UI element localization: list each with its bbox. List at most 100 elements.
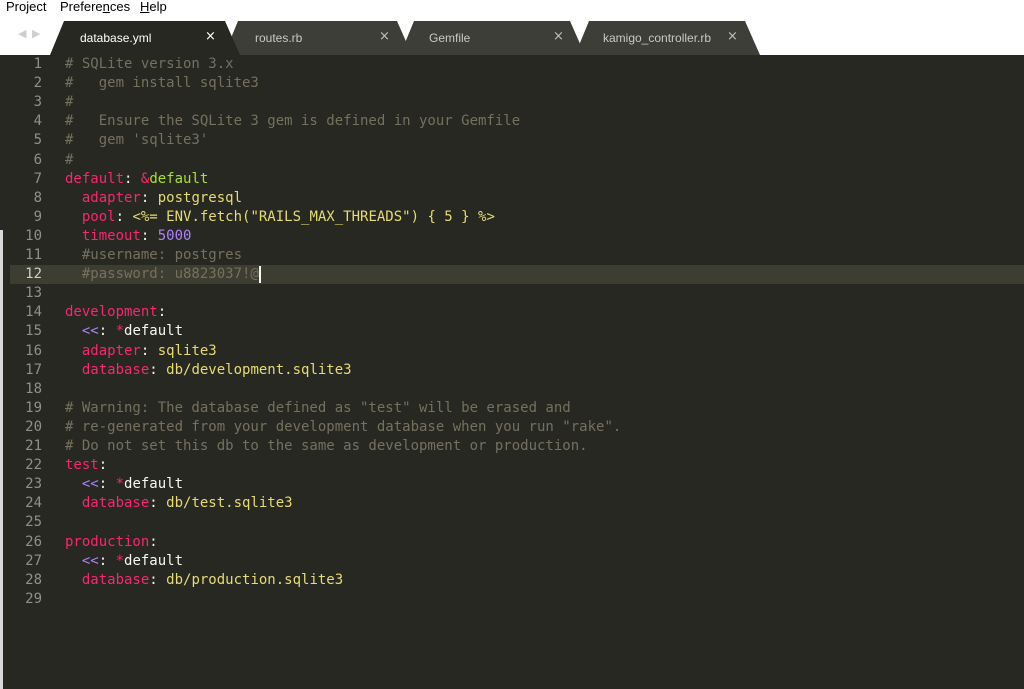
- code-line[interactable]: <<: *default: [65, 322, 183, 341]
- code-line[interactable]: <<: *default: [65, 552, 183, 571]
- back-icon[interactable]: ◀: [18, 27, 26, 40]
- code-token: <<: [81, 552, 99, 569]
- menu-preferences[interactable]: Preferences: [60, 0, 130, 15]
- menu-preferences-label-a: Prefere: [60, 0, 103, 14]
- code-line[interactable]: database: db/production.sqlite3: [65, 571, 343, 590]
- line-number: 1: [33, 56, 42, 72]
- code-editor[interactable]: 1 2 3 4 5 6 7 8 9 10 11 12 13 14 15 16 17 18 19 20 21 22 23 24 2…: [0, 55, 1024, 689]
- code-line[interactable]: test:: [65, 456, 107, 475]
- code-token: :: [149, 361, 167, 378]
- line-number: 7: [33, 170, 42, 187]
- code-line[interactable]: development:: [65, 303, 166, 322]
- code-line[interactable]: #username: postgres: [65, 246, 242, 265]
- code-token: :: [140, 342, 158, 359]
- tab-database-yml[interactable]: database.yml ×: [50, 21, 240, 55]
- code-line[interactable]: # SQLite version 3.x: [65, 55, 234, 74]
- code-token: timeout: [81, 227, 141, 244]
- line-number: 11: [25, 247, 42, 263]
- line-number: 13: [25, 285, 42, 302]
- menu-project[interactable]: Project: [6, 0, 46, 15]
- menu-preferences-label-b: ces: [109, 0, 131, 14]
- code-line[interactable]: # gem install sqlite3: [65, 74, 259, 93]
- code-token: db/development.sqlite3: [166, 361, 352, 378]
- code-token: #password: u8823037!@: [81, 266, 259, 283]
- menu-help[interactable]: Help: [140, 0, 167, 15]
- code-line[interactable]: default: &default: [65, 170, 208, 189]
- line-number: 15: [25, 323, 42, 340]
- close-icon[interactable]: ×: [727, 29, 738, 44]
- line-number: 17: [25, 361, 42, 378]
- code-token: :: [149, 495, 167, 512]
- code-token: #: [65, 94, 74, 111]
- code-token: default: [149, 170, 209, 187]
- code-token: test: [65, 457, 99, 474]
- code-line[interactable]: production:: [65, 533, 158, 552]
- code-token: adapter: [81, 342, 141, 359]
- code-line[interactable]: # gem 'sqlite3': [65, 131, 208, 150]
- line-number: 14: [25, 304, 42, 321]
- code-line[interactable]: #password: u8823037!@: [65, 265, 259, 284]
- menu-bar: Project Preferences Help: [0, 0, 1024, 17]
- code-token: # SQLite version 3.x: [65, 56, 234, 72]
- line-number: 28: [25, 571, 42, 588]
- line-number: 29: [25, 590, 42, 607]
- code-line[interactable]: #: [65, 151, 73, 170]
- code-line[interactable]: # Do not set this db to the same as deve…: [65, 437, 588, 456]
- close-icon[interactable]: ×: [553, 29, 564, 44]
- code-token: #username: postgres: [81, 247, 243, 263]
- tab-routes[interactable]: routes.rb ×: [224, 21, 412, 55]
- code-line[interactable]: adapter: postgresql: [65, 189, 242, 208]
- menu-help-mnemonic: H: [140, 0, 150, 14]
- code-token: postgresql: [157, 189, 243, 206]
- menu-project-label: Project: [6, 0, 47, 14]
- code-line[interactable]: pool: <%= ENV.fetch("RAILS_MAX_THREADS")…: [65, 208, 495, 227]
- code-token: :: [157, 304, 167, 321]
- code-token: database: [81, 495, 150, 512]
- code-line[interactable]: #: [65, 93, 73, 112]
- code-line[interactable]: database: db/development.sqlite3: [65, 361, 352, 380]
- code-token: production: [65, 533, 150, 550]
- forward-icon[interactable]: ▶: [32, 27, 40, 40]
- tab-gemfile[interactable]: Gemfile ×: [400, 21, 585, 55]
- code-token: *: [115, 476, 125, 493]
- line-number: 25: [25, 514, 42, 531]
- tab-nav-arrows: ◀ ▶: [18, 27, 48, 43]
- code-line[interactable]: <<: *default: [65, 475, 183, 494]
- code-line[interactable]: database: db/test.sqlite3: [65, 494, 293, 513]
- line-number: 6: [33, 151, 42, 168]
- close-icon[interactable]: ×: [205, 29, 216, 44]
- code-line[interactable]: timeout: 5000: [65, 227, 192, 246]
- window-edge: [0, 230, 3, 689]
- line-number: 2: [33, 75, 42, 92]
- code-token: sqlite3: [157, 342, 217, 359]
- line-number: 27: [25, 552, 42, 569]
- code-line[interactable]: # re-generated from your development dat…: [65, 418, 621, 437]
- line-number: 24: [25, 495, 42, 512]
- code-line[interactable]: # Ensure the SQLite 3 gem is defined in …: [65, 112, 520, 131]
- code-token: # Ensure the SQLite 3 gem is defined in …: [65, 113, 521, 130]
- line-number-gutter: 1 2 3 4 5 6 7 8 9 10 11 12 13 14 15 16 17 18 19 20 21 22 23 24 2…: [0, 55, 56, 689]
- code-line[interactable]: adapter: sqlite3: [65, 342, 217, 361]
- code-line[interactable]: # Warning: The database defined as "test…: [65, 399, 571, 418]
- close-icon[interactable]: ×: [379, 29, 390, 44]
- code-token: :: [140, 189, 158, 206]
- code-token: default: [124, 552, 184, 569]
- line-number: 4: [33, 113, 42, 130]
- code-token: database: [81, 571, 150, 588]
- code-token: :: [149, 533, 158, 550]
- code-token: *: [115, 552, 125, 569]
- code-token: :: [98, 552, 116, 569]
- code-token: :: [149, 571, 167, 588]
- line-number: 26: [25, 533, 42, 550]
- line-number: 8: [33, 189, 42, 206]
- tab-kamigo-controller[interactable]: kamigo_controller.rb ×: [575, 21, 760, 55]
- line-number: 3: [33, 94, 42, 111]
